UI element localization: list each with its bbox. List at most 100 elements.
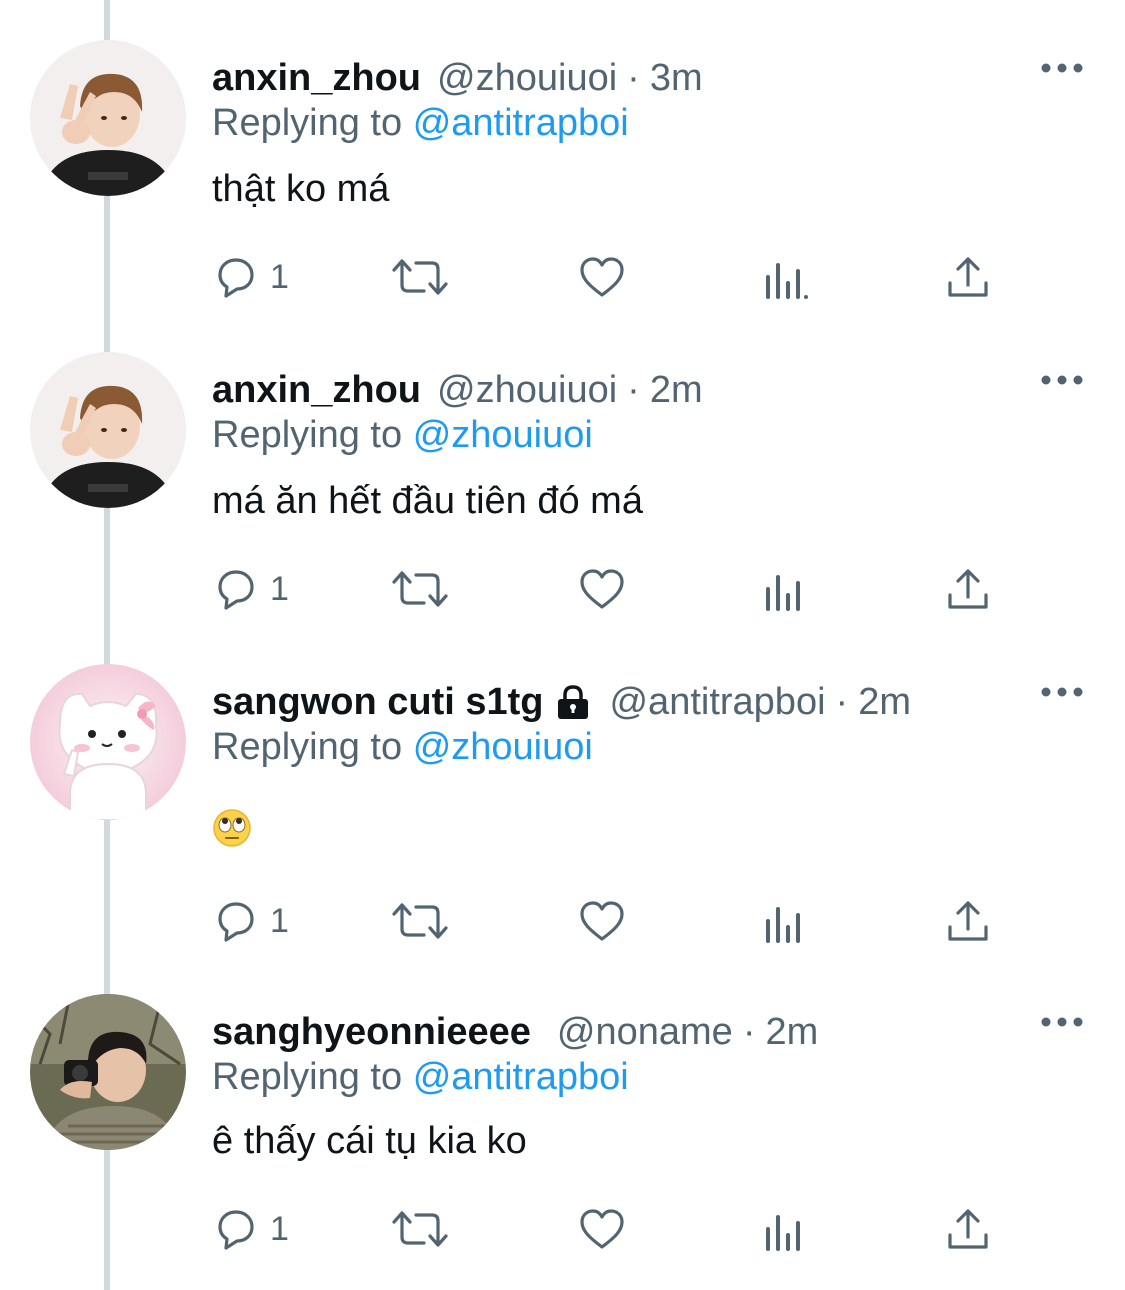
more-icon[interactable] bbox=[1040, 372, 1084, 388]
replying-prefix: Replying to bbox=[212, 414, 403, 456]
reply-button[interactable]: 1 bbox=[212, 1204, 289, 1254]
tweet-actions: 1 bbox=[212, 252, 1012, 302]
tweet-actions: 1 bbox=[212, 896, 1012, 946]
avatar[interactable] bbox=[30, 352, 186, 508]
share-icon bbox=[948, 569, 988, 609]
share-icon bbox=[948, 901, 988, 941]
tweet-actions: 1 bbox=[212, 564, 1012, 614]
views-icon bbox=[766, 575, 800, 611]
reply-count: 1 bbox=[270, 257, 289, 296]
like-button[interactable] bbox=[578, 1204, 626, 1254]
separator-dot: · bbox=[627, 368, 640, 411]
tweet-header: sangwon cuti s1tg @antitrapboi · 2m bbox=[212, 674, 911, 730]
lock-icon bbox=[558, 685, 589, 719]
share-icon bbox=[948, 1209, 988, 1249]
tweet-text: má ăn hết đầu tiên đó má bbox=[212, 480, 643, 522]
reply-icon bbox=[218, 902, 254, 942]
avatar[interactable] bbox=[30, 664, 186, 820]
user-handle[interactable]: @zhouiuoi bbox=[437, 57, 617, 100]
mention-link[interactable]: @antitrapboi bbox=[413, 1056, 629, 1098]
views-button[interactable] bbox=[762, 896, 810, 946]
heart-icon bbox=[580, 569, 624, 609]
tweet-actions: 1 bbox=[212, 1204, 1012, 1254]
display-name[interactable]: sangwon cuti s1tg bbox=[212, 681, 543, 724]
mention-link[interactable]: @zhouiuoi bbox=[413, 726, 593, 768]
views-button[interactable] bbox=[762, 1204, 810, 1254]
display-name[interactable]: sanghyeonnieeee bbox=[212, 1011, 531, 1054]
views-button[interactable] bbox=[762, 564, 810, 614]
tweet[interactable]: sangwon cuti s1tg @antitrapboi · 2m Repl… bbox=[0, 664, 1125, 974]
separator-dot: · bbox=[835, 680, 849, 723]
heart-icon bbox=[580, 1209, 624, 1249]
tweet[interactable]: anxin_zhou @zhouiuoi · 3m Replying to @a… bbox=[0, 40, 1125, 330]
mention-link[interactable]: @zhouiuoi bbox=[413, 414, 593, 456]
replying-prefix: Replying to bbox=[212, 726, 403, 768]
timestamp[interactable]: 2m bbox=[650, 369, 703, 412]
more-icon[interactable] bbox=[1040, 1014, 1084, 1030]
thread-line bbox=[104, 0, 110, 40]
retweet-icon bbox=[392, 1211, 448, 1247]
reply-count: 1 bbox=[270, 569, 289, 608]
avatar[interactable] bbox=[30, 994, 186, 1150]
more-icon[interactable] bbox=[1040, 684, 1084, 700]
boy-peace-sign-avatar bbox=[30, 40, 186, 196]
views-icon bbox=[766, 263, 808, 299]
display-name[interactable]: anxin_zhou bbox=[212, 57, 421, 100]
tweet-header: anxin_zhou @zhouiuoi · 3m bbox=[212, 50, 703, 106]
retweet-button[interactable] bbox=[390, 564, 450, 614]
timestamp[interactable]: 2m bbox=[765, 1011, 818, 1054]
timestamp[interactable]: 2m bbox=[858, 681, 911, 724]
white-cat-bow-avatar bbox=[30, 664, 186, 820]
user-handle[interactable]: @noname bbox=[557, 1011, 733, 1054]
separator-dot: · bbox=[742, 1010, 756, 1053]
user-handle[interactable]: @zhouiuoi bbox=[437, 369, 617, 412]
share-icon bbox=[948, 257, 988, 297]
replying-prefix: Replying to bbox=[212, 102, 403, 144]
share-button[interactable] bbox=[944, 252, 992, 302]
tweet-header: anxin_zhou @zhouiuoi · 2m bbox=[212, 362, 703, 418]
reply-icon bbox=[218, 258, 254, 298]
tweet-header: sanghyeonnieeee @noname · 2m bbox=[212, 1004, 818, 1060]
reply-button[interactable]: 1 bbox=[212, 252, 289, 302]
views-icon bbox=[766, 1215, 800, 1251]
tweet[interactable]: sanghyeonnieeee @noname · 2m Replying to… bbox=[0, 994, 1125, 1290]
views-button[interactable] bbox=[762, 252, 810, 302]
heart-icon bbox=[580, 257, 624, 297]
replying-to: Replying to @zhouiuoi bbox=[212, 414, 593, 457]
reply-count: 1 bbox=[270, 901, 289, 940]
like-button[interactable] bbox=[578, 252, 626, 302]
boy-camera-avatar bbox=[30, 994, 186, 1150]
tweet-text: thật ko má bbox=[212, 168, 390, 210]
like-button[interactable] bbox=[578, 896, 626, 946]
replying-to: Replying to @antitrapboi bbox=[212, 1056, 629, 1099]
views-icon bbox=[766, 907, 800, 943]
boy-peace-sign-avatar bbox=[30, 352, 186, 508]
rolling-eyes-emoji bbox=[213, 809, 251, 847]
share-button[interactable] bbox=[944, 564, 992, 614]
retweet-icon bbox=[392, 571, 448, 607]
reply-icon bbox=[218, 1210, 254, 1250]
more-icon[interactable] bbox=[1040, 60, 1084, 76]
share-button[interactable] bbox=[944, 896, 992, 946]
retweet-icon bbox=[392, 903, 448, 939]
user-handle[interactable]: @antitrapboi bbox=[609, 681, 825, 724]
reply-button[interactable]: 1 bbox=[212, 896, 289, 946]
retweet-icon bbox=[392, 259, 448, 295]
separator-dot: · bbox=[627, 56, 640, 99]
reply-icon bbox=[218, 570, 254, 610]
replying-to: Replying to @zhouiuoi bbox=[212, 726, 593, 769]
avatar[interactable] bbox=[30, 40, 186, 196]
tweet-text: ê thấy cái tụ kia ko bbox=[212, 1120, 527, 1162]
mention-link[interactable]: @antitrapboi bbox=[413, 102, 629, 144]
share-button[interactable] bbox=[944, 1204, 992, 1254]
reply-button[interactable]: 1 bbox=[212, 564, 289, 614]
retweet-button[interactable] bbox=[390, 252, 450, 302]
timestamp[interactable]: 3m bbox=[650, 57, 703, 100]
display-name[interactable]: anxin_zhou bbox=[212, 369, 421, 412]
tweet[interactable]: anxin_zhou @zhouiuoi · 2m Replying to @z… bbox=[0, 352, 1125, 642]
heart-icon bbox=[580, 901, 624, 941]
like-button[interactable] bbox=[578, 564, 626, 614]
retweet-button[interactable] bbox=[390, 896, 450, 946]
retweet-button[interactable] bbox=[390, 1204, 450, 1254]
reply-count: 1 bbox=[270, 1209, 289, 1248]
